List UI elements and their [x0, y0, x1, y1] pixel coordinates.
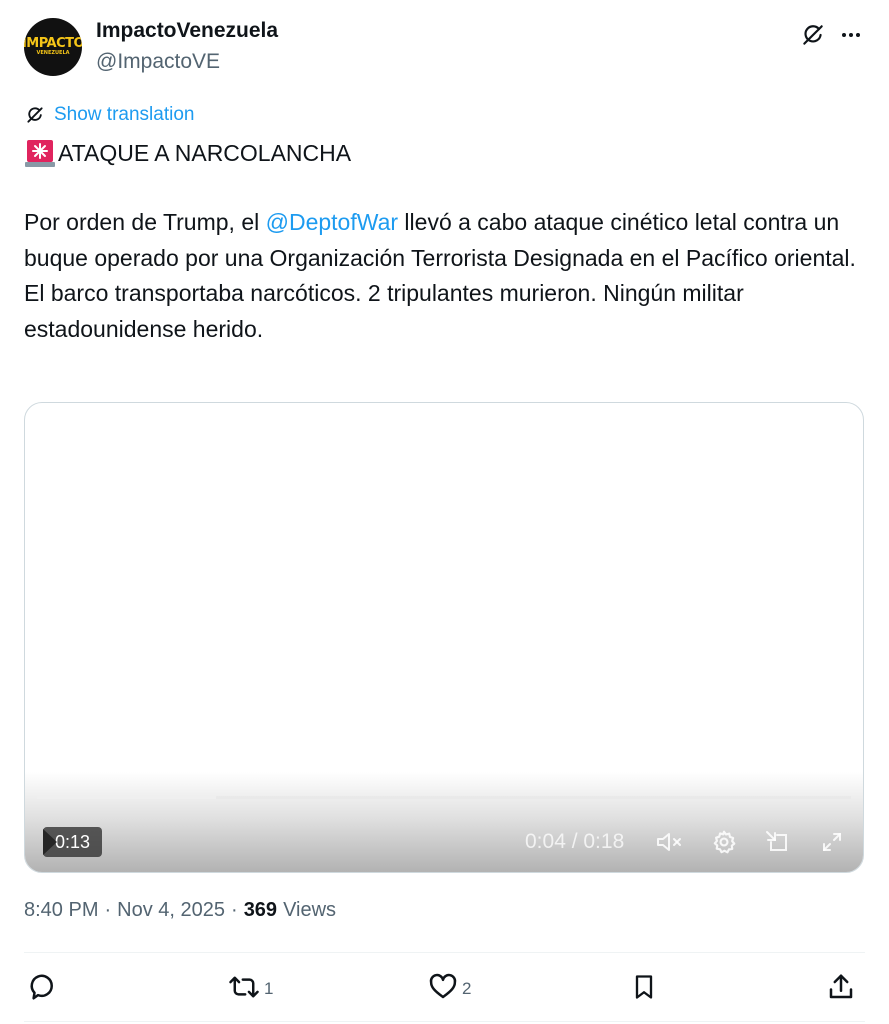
avatar[interactable]: IMPACTO VENEZUELA: [24, 18, 82, 76]
display-name[interactable]: ImpactoVenezuela: [96, 19, 278, 43]
user-handle[interactable]: @ImpactoVE: [96, 50, 220, 74]
meta-separator-2: ·: [231, 899, 238, 921]
meta-separator: ·: [104, 899, 112, 921]
tweet-meta: 8:40 PM · Nov 4, 2025 · 369 Views: [24, 899, 336, 922]
divider: [24, 952, 865, 953]
gear-icon[interactable]: [707, 825, 741, 859]
more-icon[interactable]: [836, 20, 866, 50]
avatar-logo-sub: VENEZUELA: [36, 50, 70, 56]
fullscreen-icon[interactable]: [815, 825, 849, 859]
retweet-icon: [228, 972, 260, 1007]
like-button[interactable]: 2: [428, 970, 471, 1008]
tweet-time[interactable]: 8:40 PM: [24, 899, 98, 922]
mute-icon[interactable]: [653, 825, 687, 859]
translate-icon: [24, 104, 46, 126]
views-count: 369: [243, 899, 278, 921]
divider-bottom: [24, 1021, 865, 1022]
body-line-2: El barco transportaba narcóticos. 2 trip…: [24, 280, 744, 342]
bookmark-icon: [630, 972, 658, 1007]
avatar-logo-main: IMPACTO: [24, 36, 82, 51]
tweet-date[interactable]: Nov 4, 2025: [117, 899, 225, 922]
like-count: 2: [462, 979, 472, 998]
tweet-headline: ATAQUE A NARCOLANCHA: [24, 137, 351, 169]
headline-text: ATAQUE A NARCOLANCHA: [58, 139, 352, 166]
video-scrubber[interactable]: [37, 796, 851, 799]
translation-row: Show translation: [24, 103, 194, 127]
body-prefix: Por orden de Trump, el: [24, 209, 266, 235]
video-progress-fill: [37, 796, 217, 799]
show-translation-link[interactable]: Show translation: [54, 104, 194, 126]
share-button[interactable]: [826, 970, 856, 1008]
video-timecode: 0:04 / 0:18: [525, 830, 625, 853]
tweet-card: IMPACTO VENEZUELA ImpactoVenezuela @Impa…: [0, 0, 889, 1024]
reply-button[interactable]: [28, 970, 62, 1008]
heart-icon: [428, 972, 458, 1007]
siren-emoji-icon: [25, 140, 55, 167]
grok-icon[interactable]: [798, 20, 828, 50]
tweet-body: Por orden de Trump, el @DeptofWar llevó …: [24, 205, 864, 347]
retweet-button[interactable]: 1: [228, 970, 273, 1008]
reply-icon: [28, 972, 58, 1007]
picture-in-picture-icon[interactable]: [761, 825, 795, 859]
bookmark-button[interactable]: [630, 970, 658, 1008]
retweet-count: 1: [264, 979, 274, 998]
views-label: Views: [283, 899, 337, 921]
mention-link[interactable]: @DeptofWar: [266, 209, 398, 235]
share-icon: [826, 972, 856, 1007]
duration-badge-text: 0:13: [55, 831, 91, 852]
play-icon[interactable]: [43, 829, 57, 855]
video-player[interactable]: 0:13 0:04 / 0:18: [24, 402, 864, 873]
